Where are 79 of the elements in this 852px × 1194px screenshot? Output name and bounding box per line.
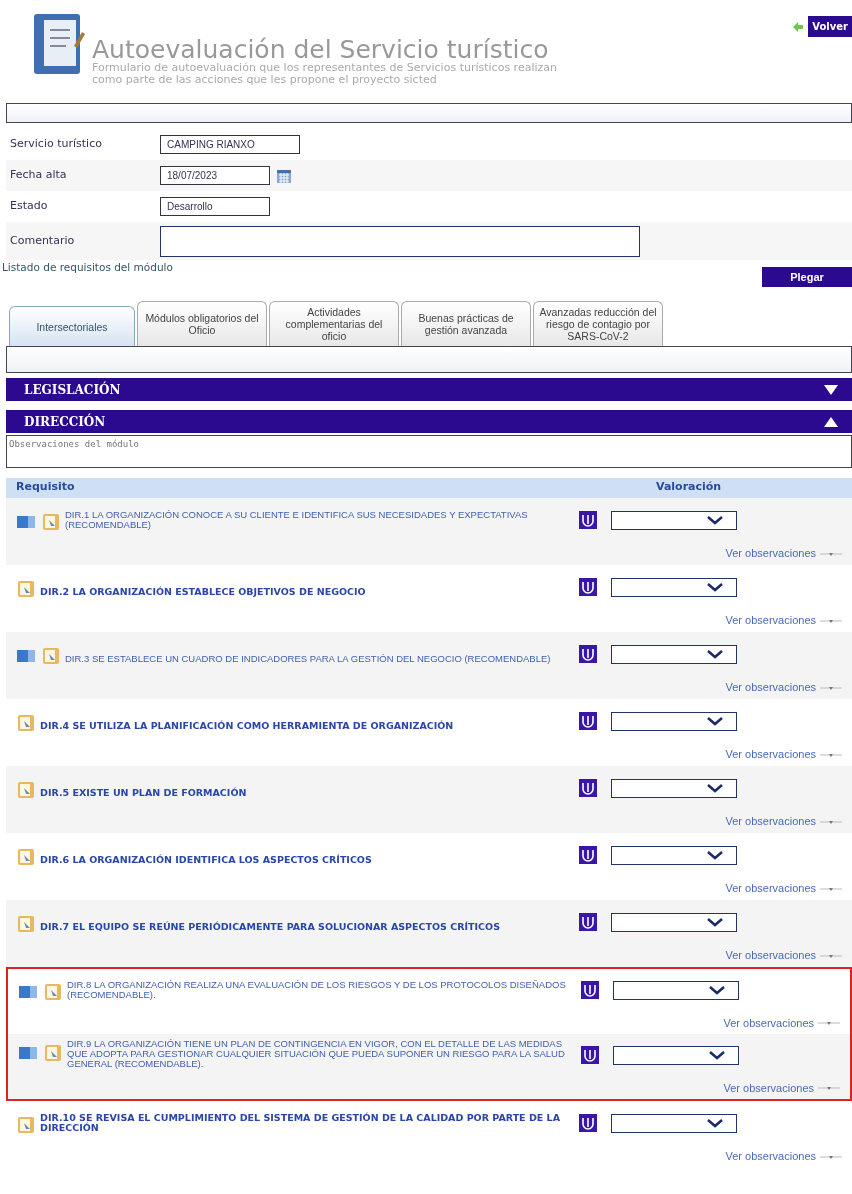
tab[interactable]: Actividades complementarias del oficio [269,301,399,346]
page-subtitle: Formulario de autoevaluación que los representantes de Servicios turísticos realizan [92,62,558,74]
list-title: Listado de requisitos del módulo [2,260,173,275]
chevron-down-icon [708,985,726,996]
rating-select[interactable] [611,510,737,530]
section-header[interactable]: LEGISLACIÓN [6,378,852,401]
observations-link[interactable]: Ver observaciones [725,947,816,964]
text-field[interactable]: Desarrollo [160,197,270,216]
expand-triangle-icon [824,384,838,395]
comment-field[interactable] [160,225,640,257]
chevron-down-icon [706,1118,724,1128]
chevron-down-icon [706,515,724,525]
requirement-text: DIR.6 LA ORGANIZACIÓN IDENTIFICA LOS ASPECTOS CRÍTICOS [40,855,373,867]
evidence-icon[interactable] [581,1046,599,1065]
rating-select[interactable] [611,1113,737,1133]
field-label: Estado [10,198,49,215]
tab[interactable]: Módulos obligatorios del Oficio [137,301,267,346]
observations-link[interactable]: Ver observaciones [725,880,816,897]
rating-select[interactable] [611,778,737,798]
requirement-text: DIR.9 LA ORGANIZACIÓN TIENE UN PLAN DE CONTINGENCIA EN VIGOR, CON EL DETALLE DE LAS MEDIDAS QUE ADOPTA PARA GESTIONAR CUALQUIER SITUACIÓN QUE PUEDA SUPONER UN RIESGO PARA LA SALUD GENERAL (RECOMENDABLE). [67,1039,566,1072]
tab[interactable]: Avanzadas reducción del riesgo de contagio por SARS-CoV-2 [533,301,663,346]
requirement-text: DIR.4 SE UTILIZA LA PLANIFICACIÓN COMO HERRAMIENTA DE ORGANIZACIÓN [40,721,455,733]
tab[interactable]: Buenas prácticas de gestión avanzada [401,301,531,346]
evidence-icon[interactable] [581,981,599,1000]
evidence-icon[interactable] [579,779,597,797]
requirement-text: DIR.2 LA ORGANIZACIÓN ESTABLECE OBJETIVOS DE NEGOCIO [40,587,367,599]
calendar-icon [276,167,292,184]
chevron-down-icon [706,850,724,860]
requirement-text: DIR.8 LA ORGANIZACIÓN REALIZA UNA EVALUACIÓN DE LOS RIESGOS Y DE LOS PROTOCOLOS DISEÑADOS (RECOMENDABLE). [67,980,567,1003]
field-label: Comentario [10,232,76,249]
observations-link[interactable]: Ver observaciones [725,813,816,830]
chevron-down-icon [706,582,724,592]
evidence-icon[interactable] [579,578,597,596]
chevron-down-icon [706,649,724,659]
section-title: DIRECCIÓN [24,412,106,431]
collapse-triangle-icon [824,416,838,427]
collapse-button[interactable]: Plegar [762,267,852,287]
evidence-icon[interactable] [579,511,597,529]
chevron-down-icon [708,1050,726,1061]
requirement-text: DIR.3 SE ESTABLECE UN CUADRO DE INDICADORES PARA LA GESTIÓN DEL NEGOCIO (RECOMENDABLE) [65,654,552,666]
page-title: Autoevaluación del Servicio turístico [92,37,549,62]
evidence-icon[interactable] [579,1114,597,1132]
evidence-icon[interactable] [579,712,597,730]
requirement-text: DIR.10 SE REVISA EL CUMPLIMIENTO DEL SISTEMA DE GESTIÓN DE LA CALIDAD POR PARTE DE LA DIRECCIÓN [40,1113,561,1135]
rating-select[interactable] [611,644,737,664]
requirement-text: DIR.5 EXISTE UN PLAN DE FORMACIÓN [40,788,248,800]
rating-select[interactable] [613,1045,739,1065]
text-field[interactable]: CAMPING RIANXO [160,135,300,154]
field-label: Servicio turístico [10,136,103,153]
column-header: Valoración [656,479,722,496]
observations-link[interactable]: Ver observaciones [723,1079,814,1097]
date-field[interactable]: 18/07/2023 [160,166,270,185]
module-notes-field[interactable]: Observaciones del módulo [6,435,852,468]
rating-select[interactable] [611,711,737,731]
observations-link[interactable]: Ver observaciones [725,746,816,763]
observations-link[interactable]: Ver observaciones [725,679,816,696]
requirement-text: DIR.1 LA ORGANIZACIÓN CONOCE A SU CLIENTE E IDENTIFICA SUS NECESIDADES Y EXPECTATIVAS (RECOMENDABLE) [65,510,529,532]
evidence-icon[interactable] [579,645,597,663]
tab[interactable]: Intersectoriales [9,306,135,346]
chevron-down-icon [706,783,724,793]
page-subtitle: como parte de las acciones que les propone el proyecto sicted [92,74,438,86]
column-header: Requisito [15,479,76,496]
observations-link[interactable]: Ver observaciones [725,612,816,629]
observations-link[interactable]: Ver observaciones [725,545,816,562]
section-header[interactable]: DIRECCIÓN [6,410,852,433]
back-arrow-icon [792,20,805,33]
field-label: Fecha alta [10,167,68,184]
rating-select[interactable] [613,980,739,1000]
evidence-icon[interactable] [579,846,597,864]
observations-link[interactable]: Ver observaciones [725,1148,816,1165]
requirement-text: DIR.7 EL EQUIPO SE REÚNE PERIÓDICAMENTE PARA SOLUCIONAR ASPECTOS CRÍTICOS [40,922,501,934]
chevron-down-icon [706,917,724,927]
rating-select[interactable] [611,845,737,865]
rating-select[interactable] [611,912,737,932]
chevron-down-icon [706,716,724,726]
observations-link[interactable]: Ver observaciones [723,1014,814,1032]
rating-select[interactable] [611,577,737,597]
section-title: LEGISLACIÓN [24,380,121,399]
evidence-icon[interactable] [579,913,597,931]
